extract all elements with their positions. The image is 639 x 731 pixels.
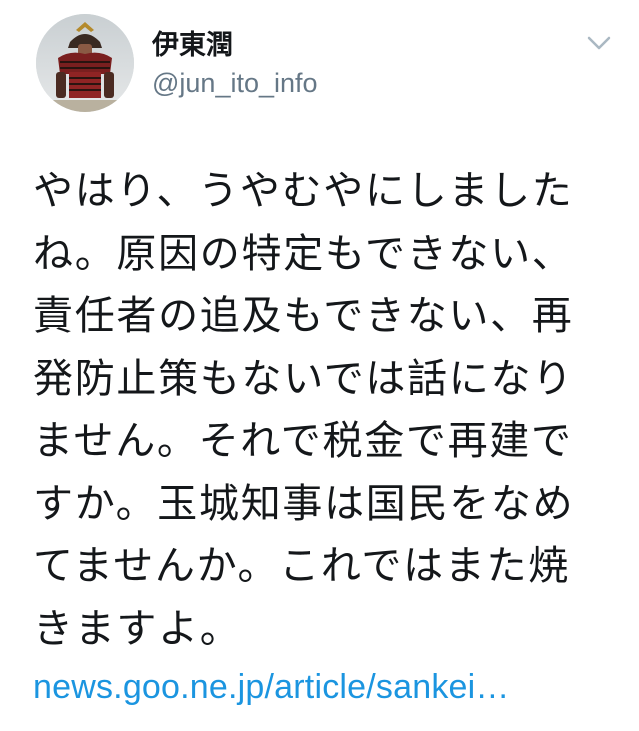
tweet-text-line: ね。原因の特定もできない、 [33, 230, 574, 277]
tweet-menu-button[interactable] [584, 28, 614, 58]
tweet-text-line: てませんか。これではまた焼 [33, 543, 570, 589]
author-display-name[interactable]: 伊東潤 [152, 30, 233, 62]
author-handle[interactable]: @jun_ito_info [152, 67, 318, 99]
tweet-text: やはり、うやむやにしました ね。原因の特定もできない、 責任者の追及もできない、… [33, 160, 613, 660]
tweet-text-line: やはり、うやむやにしました [33, 168, 574, 214]
article-link[interactable]: news.goo.ne.jp/article/sankei… [33, 662, 510, 712]
tweet-text-line: 責任者の追及もできない、再 [33, 293, 574, 339]
tweet-text-line: すか。玉城知事は国民をなめ [33, 480, 575, 527]
tweet-text-line: 発防止策もないでは話になり [33, 355, 574, 402]
avatar[interactable] [36, 14, 134, 112]
tweet-text-line: ません。それで税金で再建で [33, 418, 573, 464]
chevron-down-icon [587, 36, 611, 50]
samurai-armor-avatar-icon [36, 14, 134, 112]
tweet-text-line: きますよ。 [33, 605, 242, 652]
tweet-card: 伊東潤 @jun_ito_info やはり、うやむやにしました ね。原因の特定も… [0, 0, 639, 731]
